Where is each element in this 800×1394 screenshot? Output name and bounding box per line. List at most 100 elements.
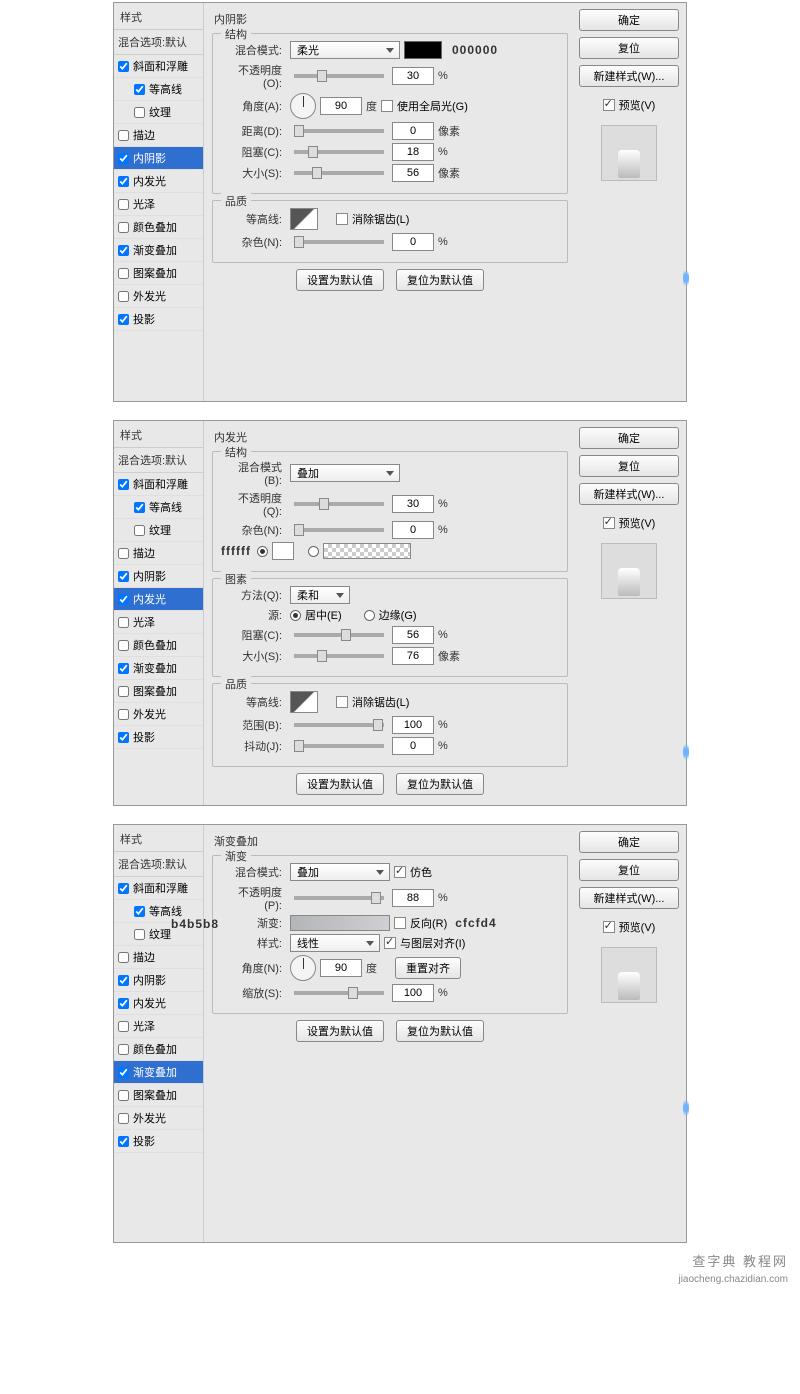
noise-slider[interactable] [294, 528, 384, 532]
glow-color-swatch[interactable] [272, 542, 294, 560]
sidebar-item-drop-shadow[interactable]: 投影 [114, 1130, 203, 1153]
sidebar-item-texture[interactable]: 纹理 [114, 101, 203, 124]
jitter-input[interactable]: 0 [392, 737, 434, 755]
angle-dial[interactable] [290, 955, 316, 981]
set-default-button[interactable]: 设置为默认值 [296, 773, 384, 795]
set-default-button[interactable]: 设置为默认值 [296, 269, 384, 291]
choke-slider[interactable] [294, 633, 384, 637]
sidebar-item-gradient-overlay[interactable]: 渐变叠加 [114, 1061, 203, 1084]
noise-input[interactable]: 0 [392, 521, 434, 539]
antialias-checkbox[interactable] [336, 213, 348, 225]
noise-input[interactable]: 0 [392, 233, 434, 251]
check-pattern-overlay[interactable] [118, 268, 129, 279]
style-select[interactable]: 线性 [290, 934, 380, 952]
gradient-picker[interactable] [290, 915, 390, 931]
sidebar-item-bevel[interactable]: 斜面和浮雕 [114, 473, 203, 496]
sidebar-item-outer-glow[interactable]: 外发光 [114, 1107, 203, 1130]
scale-slider[interactable] [294, 991, 384, 995]
preview-checkbox[interactable] [603, 921, 615, 933]
size-slider[interactable] [294, 171, 384, 175]
sidebar-item-color-overlay[interactable]: 颜色叠加 [114, 1038, 203, 1061]
choke-slider[interactable] [294, 150, 384, 154]
sidebar-item-drop-shadow[interactable]: 投影 [114, 726, 203, 749]
jitter-slider[interactable] [294, 744, 384, 748]
sidebar-item-inner-shadow[interactable]: 内阴影 [114, 969, 203, 992]
check-drop-shadow[interactable] [118, 314, 129, 325]
sidebar-item-pattern-overlay[interactable]: 图案叠加 [114, 262, 203, 285]
blend-mode-select[interactable]: 叠加 [290, 464, 400, 482]
reset-default-button[interactable]: 复位为默认值 [396, 773, 484, 795]
choke-input[interactable]: 18 [392, 143, 434, 161]
sidebar-item-inner-shadow[interactable]: 内阴影 [114, 565, 203, 588]
check-bevel[interactable] [118, 61, 129, 72]
sidebar-item-satin[interactable]: 光泽 [114, 1015, 203, 1038]
contour-picker[interactable] [290, 691, 318, 713]
technique-select[interactable]: 柔和 [290, 586, 350, 604]
sidebar-item-bevel[interactable]: 斜面和浮雕 [114, 55, 203, 78]
blend-mode-select[interactable]: 叠加 [290, 863, 390, 881]
opacity-input[interactable]: 30 [392, 67, 434, 85]
sidebar-item-gradient-overlay[interactable]: 渐变叠加 [114, 239, 203, 262]
angle-dial[interactable] [290, 93, 316, 119]
reset-button[interactable]: 复位 [579, 859, 679, 881]
check-contour[interactable] [134, 84, 145, 95]
check-inner-glow[interactable] [118, 176, 129, 187]
reset-default-button[interactable]: 复位为默认值 [396, 1020, 484, 1042]
source-center-radio[interactable] [290, 610, 301, 621]
ok-button[interactable]: 确定 [579, 9, 679, 31]
reset-button[interactable]: 复位 [579, 37, 679, 59]
sidebar-item-inner-shadow[interactable]: 内阴影 [114, 147, 203, 170]
sidebar-item-inner-glow[interactable]: 内发光 [114, 170, 203, 193]
check-inner-shadow[interactable] [118, 153, 129, 164]
sidebar-item-pattern-overlay[interactable]: 图案叠加 [114, 1084, 203, 1107]
sidebar-item-contour[interactable]: 等高线 [114, 78, 203, 101]
scale-input[interactable]: 100 [392, 984, 434, 1002]
glow-gradient-picker[interactable] [323, 543, 411, 559]
gradient-radio[interactable] [308, 546, 319, 557]
sidebar-item-outer-glow[interactable]: 外发光 [114, 285, 203, 308]
sidebar-item-texture[interactable]: 纹理 [114, 519, 203, 542]
ok-button[interactable]: 确定 [579, 831, 679, 853]
preview-checkbox[interactable] [603, 517, 615, 529]
check-outer-glow[interactable] [118, 291, 129, 302]
sidebar-item-satin[interactable]: 光泽 [114, 611, 203, 634]
sidebar-item-drop-shadow[interactable]: 投影 [114, 308, 203, 331]
range-slider[interactable] [294, 723, 384, 727]
angle-input[interactable]: 90 [320, 97, 362, 115]
dither-checkbox[interactable] [394, 866, 406, 878]
check-satin[interactable] [118, 199, 129, 210]
check-stroke[interactable] [118, 130, 129, 141]
shadow-color-swatch[interactable] [404, 41, 442, 59]
distance-input[interactable]: 0 [392, 122, 434, 140]
opacity-input[interactable]: 30 [392, 495, 434, 513]
reset-default-button[interactable]: 复位为默认值 [396, 269, 484, 291]
align-checkbox[interactable] [384, 937, 396, 949]
new-style-button[interactable]: 新建样式(W)... [579, 887, 679, 909]
sidebar-item-stroke[interactable]: 描边 [114, 124, 203, 147]
size-input[interactable]: 76 [392, 647, 434, 665]
sidebar-item-gradient-overlay[interactable]: 渐变叠加 [114, 657, 203, 680]
sidebar-item-color-overlay[interactable]: 颜色叠加 [114, 634, 203, 657]
distance-slider[interactable] [294, 129, 384, 133]
range-input[interactable]: 100 [392, 716, 434, 734]
blending-options[interactable]: 混合选项:默认 [114, 30, 203, 55]
reset-alignment-button[interactable]: 重置对齐 [395, 957, 461, 979]
sidebar-item-contour[interactable]: 等高线 [114, 496, 203, 519]
sidebar-item-satin[interactable]: 光泽 [114, 193, 203, 216]
check-texture[interactable] [134, 107, 145, 118]
check-gradient-overlay[interactable] [118, 245, 129, 256]
sidebar-item-stroke[interactable]: 描边 [114, 542, 203, 565]
angle-input[interactable]: 90 [320, 959, 362, 977]
size-input[interactable]: 56 [392, 164, 434, 182]
contour-picker[interactable] [290, 208, 318, 230]
size-slider[interactable] [294, 654, 384, 658]
new-style-button[interactable]: 新建样式(W)... [579, 483, 679, 505]
color-radio[interactable] [257, 546, 268, 557]
source-edge-radio[interactable] [364, 610, 375, 621]
sidebar-item-bevel[interactable]: 斜面和浮雕 [114, 877, 203, 900]
opacity-input[interactable]: 88 [392, 889, 434, 907]
new-style-button[interactable]: 新建样式(W)... [579, 65, 679, 87]
reverse-checkbox[interactable] [394, 917, 406, 929]
sidebar-item-stroke[interactable]: 描边 [114, 946, 203, 969]
sidebar-item-inner-glow[interactable]: 内发光 [114, 588, 203, 611]
